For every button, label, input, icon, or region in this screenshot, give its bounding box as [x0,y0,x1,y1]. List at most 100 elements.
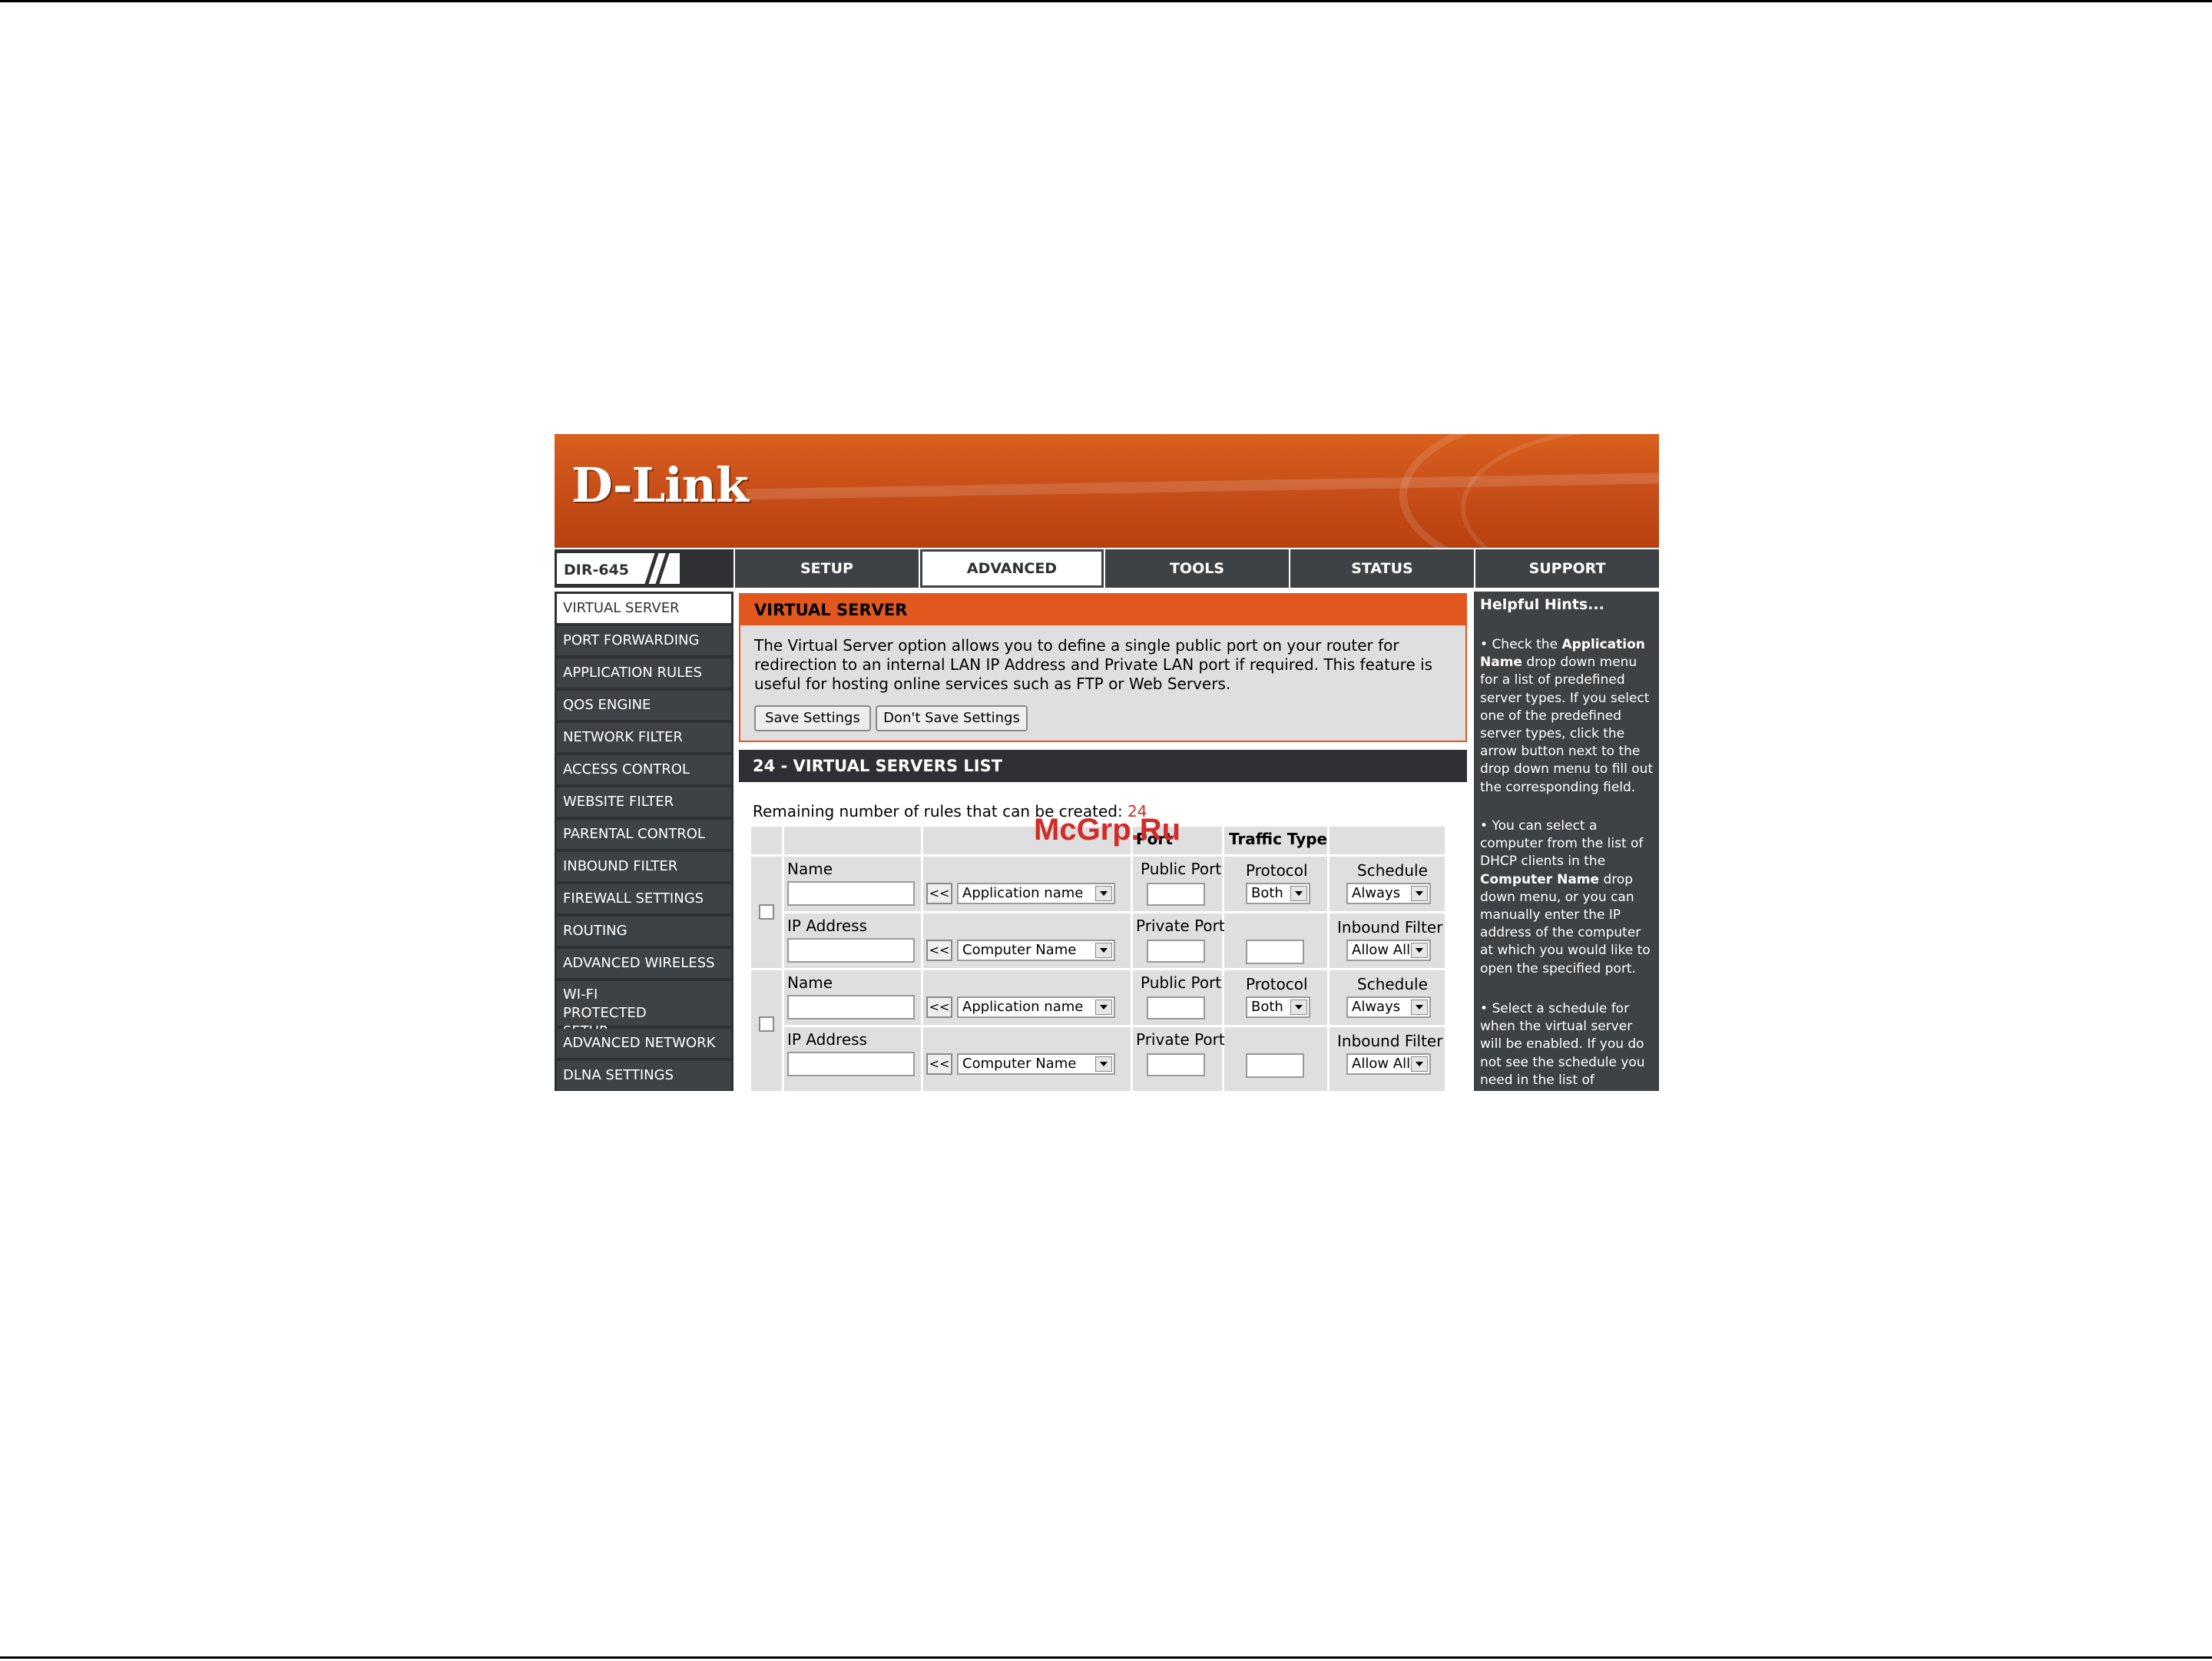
chevron-down-icon [1411,1056,1428,1072]
traffic-type-header: Traffic Type [1229,830,1328,848]
tab-status[interactable]: STATUS [1290,549,1474,588]
ip-cell: IP Address [784,913,921,968]
sidebar-item-website-filter[interactable]: WEBSITE FILTER [557,787,731,818]
tab-support[interactable]: SUPPORT [1475,549,1659,588]
select-value: Allow All [1352,942,1411,958]
sidebar-item-application-rules[interactable]: APPLICATION RULES [557,658,731,689]
sidebar-item-access-control[interactable]: ACCESS CONTROL [557,755,731,786]
hint-text: You can select a computer from the list … [1480,818,1644,870]
application-name-select[interactable]: Application name [957,996,1115,1018]
ip-address-input[interactable] [787,1052,915,1076]
sidebar-item-port-forwarding[interactable]: PORT FORWARDING [557,626,731,657]
sidebar-item-advanced-network[interactable]: ADVANCED NETWORK [557,1029,731,1059]
section-title: VIRTUAL SERVER [740,595,1465,625]
chevron-down-icon [1411,1000,1428,1015]
public-port-input[interactable] [1147,883,1205,906]
chevron-down-icon [1290,886,1307,901]
chevron-down-icon [1095,943,1112,958]
ip-address-label: IP Address [787,917,867,935]
app-cell: << Application name [923,857,1131,911]
tab-setup[interactable]: SETUP [735,549,919,588]
fill-arrow-button[interactable]: << [926,883,952,904]
sidebar-item-wifi-protected-setup[interactable]: WI-FI PROTECTED SETUP [557,981,731,1039]
sidebar-item-network-filter[interactable]: NETWORK FILTER [557,723,731,754]
chevron-down-icon [1095,1056,1112,1072]
rules-table: Port Traffic Type Name << Application na… [751,827,1454,1091]
fill-arrow-button[interactable]: << [926,996,952,1018]
sidebar-item-qos-engine[interactable]: QOS ENGINE [557,691,731,721]
list-title: 24 - VIRTUAL SERVERS LIST [739,750,1467,782]
schedule-label: Schedule [1357,861,1428,880]
brand-banner: D-Link [555,434,1659,548]
protocol-number-cell [1224,913,1327,968]
sidebar-item-dlna-settings[interactable]: DLNA SETTINGS [557,1061,731,1091]
sidebar-item-advanced-wireless[interactable]: ADVANCED WIRELESS [557,949,731,980]
rule-enable-checkbox[interactable] [759,904,774,920]
rule-enable-checkbox[interactable] [759,1016,774,1032]
sidebar-item-label: APPLICATION RULES [563,665,703,681]
chevron-down-icon [1290,1000,1307,1015]
sidebar: VIRTUAL SERVER PORT FORWARDING APPLICATI… [555,592,733,1091]
protocol-cell: Protocol Both [1224,857,1327,911]
sidebar-item-virtual-server[interactable]: VIRTUAL SERVER [557,594,731,625]
fill-arrow-button[interactable]: << [926,1053,952,1075]
public-port-label: Public Port [1141,860,1222,878]
sidebar-item-label: PARENTAL CONTROL [563,826,705,842]
private-port-label: Private Port [1136,917,1225,935]
hint-item: • Check the Application Name drop down m… [1480,637,1654,795]
computer-cell: << Computer Name [923,1027,1131,1091]
ip-cell: IP Address [784,1027,921,1091]
tab-tools[interactable]: TOOLS [1105,549,1289,588]
ip-address-label: IP Address [787,1030,867,1049]
sidebar-item-label: VIRTUAL SERVER [563,600,680,616]
name-input[interactable] [787,881,915,906]
save-settings-button[interactable]: Save Settings [754,705,871,731]
private-port-input[interactable] [1147,1053,1205,1076]
virtual-server-panel: VIRTUAL SERVER The Virtual Server option… [739,593,1467,742]
private-port-cell: Private Port [1133,913,1225,968]
name-input[interactable] [787,995,915,1019]
select-value: Application name [962,885,1084,901]
private-port-cell: Private Port [1133,1027,1225,1091]
select-value: Computer Name [962,942,1077,958]
schedule-select[interactable]: Always [1346,883,1431,904]
app-cell: << Application name [923,970,1131,1025]
application-name-select[interactable]: Application name [957,883,1115,904]
chevron-down-icon [1095,886,1112,901]
section-description: The Virtual Server option allows you to … [754,636,1433,693]
protocol-select[interactable]: Both [1246,883,1310,904]
inbound-filter-select[interactable]: Allow All [1346,940,1431,961]
sidebar-item-parental-control[interactable]: PARENTAL CONTROL [557,820,731,850]
protocol-number-input[interactable] [1246,940,1304,964]
ip-address-input[interactable] [787,938,915,963]
inbound-filter-select[interactable]: Allow All [1346,1053,1431,1075]
public-port-cell: Public Port [1133,970,1222,1025]
hint-item: • Select a schedule for when the virtual… [1480,1001,1645,1088]
sidebar-item-firewall-settings[interactable]: FIREWALL SETTINGS [557,884,731,915]
sidebar-item-inbound-filter[interactable]: INBOUND FILTER [557,852,731,883]
private-port-input[interactable] [1147,940,1205,963]
sidebar-item-routing[interactable]: ROUTING [557,917,731,947]
chevron-down-icon [1095,1000,1112,1015]
protocol-number-input[interactable] [1246,1053,1304,1078]
computer-name-select[interactable]: Computer Name [957,940,1115,961]
protocol-select[interactable]: Both [1246,996,1310,1018]
sidebar-item-label: NETWORK FILTER [563,729,683,745]
fill-arrow-button[interactable]: << [926,940,952,961]
hint-text: drop down menu for a list of predefined … [1480,655,1654,795]
name-cell: Name [784,970,921,1025]
hint-text: drop down menu, or you can manually ente… [1480,871,1651,976]
header-cell [784,827,921,854]
dont-save-settings-button[interactable]: Don't Save Settings [876,705,1028,731]
schedule-select[interactable]: Always [1346,996,1431,1018]
top-navigation: DIR-645 SETUP ADVANCED TOOLS STATUS SUPP… [555,549,1659,588]
table-row [751,970,782,1091]
name-label: Name [787,860,833,878]
sidebar-item-label: INBOUND FILTER [563,858,678,874]
sidebar-item-label: QOS ENGINE [563,697,651,713]
header-cell [751,827,782,854]
computer-name-select[interactable]: Computer Name [957,1053,1115,1075]
tab-advanced[interactable]: ADVANCED [920,549,1104,588]
public-port-input[interactable] [1147,996,1205,1019]
protocol-number-cell [1224,1027,1327,1091]
